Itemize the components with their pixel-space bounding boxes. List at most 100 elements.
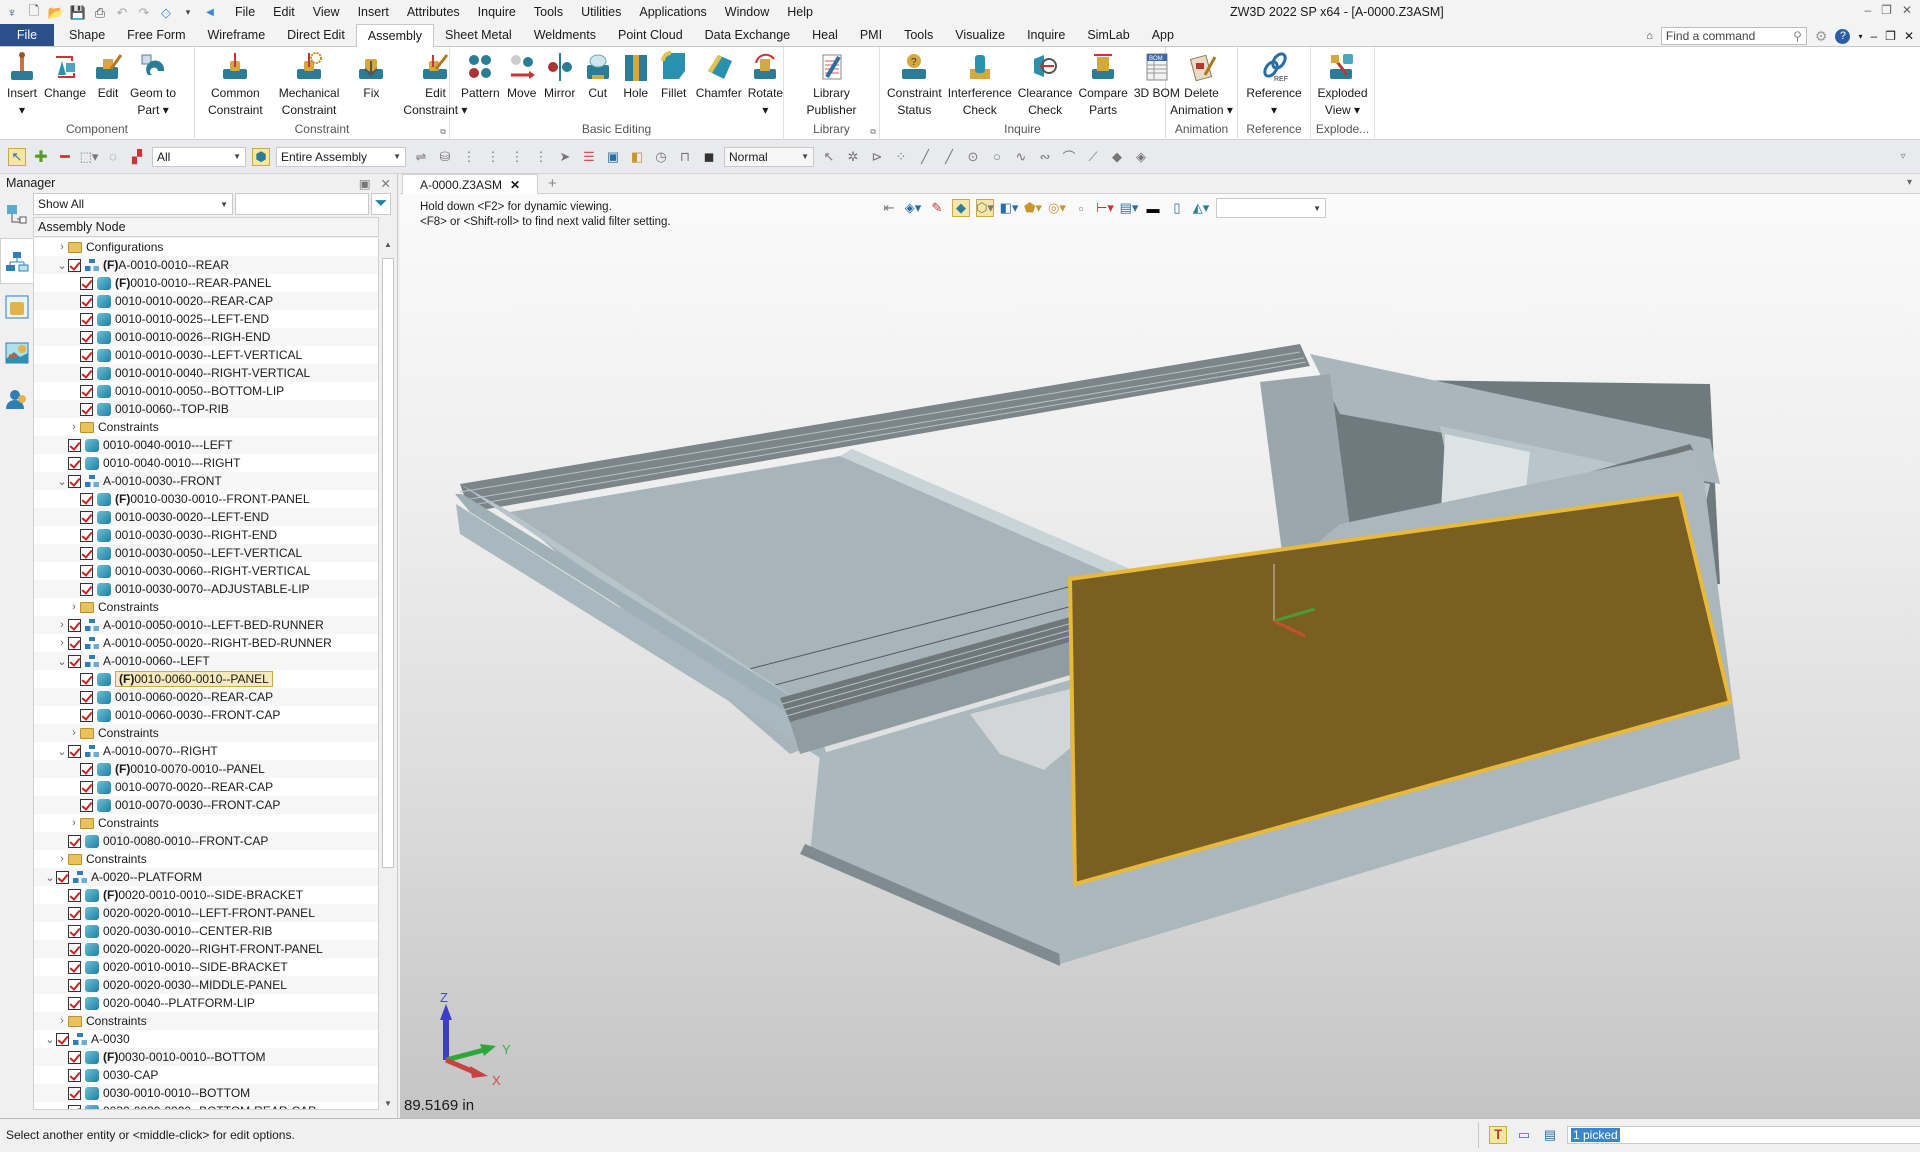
doc-restore-icon[interactable]: ❐ [1885,29,1896,43]
fix-button[interactable]: Fix [352,49,390,121]
tree-part-row[interactable]: 0010-0030-0030--RIGHT-END [34,526,378,544]
visibility-checkbox[interactable] [68,456,81,470]
tree-part-row[interactable]: (F)0010-0070-0010--PANEL [34,760,378,778]
line-icon[interactable]: ╱ [916,148,934,166]
tree-part-row[interactable]: 0010-0070-0020--REAR-CAP [34,778,378,796]
assembly-tab[interactable] [0,238,33,284]
tree-part-row[interactable]: 0030-CAP [34,1066,378,1084]
visibility-checkbox[interactable] [68,924,81,938]
collapse-chevron-icon[interactable]: ⌄ [44,871,56,884]
tree-part-row[interactable]: (F)0010-0030-0010--FRONT-PANEL [34,490,378,508]
help-dropdown-icon[interactable]: ▾ [1858,32,1862,41]
tool-icon-5[interactable]: ⋮ [508,148,526,166]
tool-icon-1[interactable]: ⇌ [412,148,430,166]
tool-icon-3[interactable]: ⋮ [460,148,478,166]
redo-icon[interactable]: ↷ [136,5,152,21]
collapse-chevron-icon[interactable]: ⌄ [56,475,68,488]
curve-icon[interactable]: ∿ [1012,148,1030,166]
view-orient-icon[interactable]: ◈▾ [904,199,922,217]
shell-icon[interactable]: ◈ [1132,148,1150,166]
tool-icon-2[interactable]: ⛁ [436,148,454,166]
tabs-overflow-icon[interactable]: ▾ [1907,177,1912,188]
style-combo[interactable]: Normal ▼ [724,146,814,167]
tree-part-row[interactable]: 0020-0030-0010--CENTER-RIB [34,922,378,940]
menu-inquire[interactable]: Inquire [469,0,525,25]
tab-point-cloud[interactable]: Point Cloud [607,24,694,46]
help-icon[interactable]: ? [1835,28,1851,44]
scroll-thumb[interactable] [382,258,394,868]
regen-icon[interactable]: ◇ [158,5,174,21]
pick-filter-combo[interactable]: All ▼ [152,146,246,167]
visibility-checkbox[interactable] [80,348,93,362]
frame-icon[interactable]: ▫ [1072,199,1090,217]
tree-part-row[interactable]: 0010-0060-0020--REAR-CAP [34,688,378,706]
constraint-status-button[interactable]: ? Constraint Status [884,49,945,121]
tab-pmi[interactable]: PMI [849,24,893,46]
dimension-icon[interactable]: ⊢▾ [1096,199,1114,217]
display-icon[interactable]: ▤▾ [1120,199,1139,217]
tab-free-form[interactable]: Free Form [116,24,196,46]
tab-tools[interactable]: Tools [893,24,944,46]
visibility-checkbox[interactable] [80,312,93,326]
wireframe-cube-icon[interactable]: ⬡▾ [976,199,994,217]
tab-heal[interactable]: Heal [801,24,849,46]
expand-chevron-icon[interactable]: › [56,637,68,649]
tree-part-row[interactable]: 0010-0040-0010---RIGHT [34,454,378,472]
close-window-icon[interactable]: ✕ [1902,3,1912,17]
reference-button[interactable]: REF Reference ▾ [1243,49,1304,121]
tree-part-row[interactable]: 0010-0030-0020--LEFT-END [34,508,378,526]
tree-assembly-row[interactable]: ⌄ A-0030 [34,1030,378,1048]
visibility-checkbox[interactable] [80,276,93,290]
tree-part-row[interactable]: 0020-0020-0020--RIGHT-FRONT-PANEL [34,940,378,958]
toolbar-overflow-icon[interactable]: ▿ [1894,148,1912,166]
stop-icon[interactable]: ◼ [700,148,718,166]
scroll-up-icon[interactable]: ▲ [384,240,392,249]
visibility-checkbox[interactable] [80,798,93,812]
library-publisher-button[interactable]: Library Publisher [803,49,859,121]
visibility-checkbox[interactable] [68,906,81,920]
tree-folder-row[interactable]: › Constraints [34,724,378,742]
menu-help[interactable]: Help [778,0,822,25]
tree-part-row[interactable]: 0010-0060-0030--FRONT-CAP [34,706,378,724]
tree-part-row[interactable]: (F)0010-0060-0010--PANEL [34,670,378,688]
visibility-checkbox[interactable] [80,546,93,560]
users-tab[interactable] [0,376,33,422]
interference-check-button[interactable]: Interference Check [945,49,1015,121]
expand-chevron-icon[interactable]: › [68,421,80,433]
3d-viewport[interactable]: Z Y X Hold down <F2> for dynamic viewing… [400,194,1920,1118]
points-icon[interactable]: ⁘ [892,148,910,166]
change-button[interactable]: Change [41,49,89,121]
doc-close-icon[interactable]: ✕ [1904,29,1914,43]
visibility-checkbox[interactable] [68,942,81,956]
tree-part-row[interactable]: 0010-0010-0025--LEFT-END [34,310,378,328]
expand-chevron-icon[interactable]: › [68,727,80,739]
common-constraint-button[interactable]: Common Constraint [205,49,266,121]
visibility-checkbox[interactable] [68,1068,81,1082]
tree-assembly-row[interactable]: ⌄ A-0020--PLATFORM [34,868,378,886]
view-combo[interactable]: ▼ [1216,198,1326,218]
visibility-checkbox[interactable] [68,834,81,848]
segment-icon[interactable]: ⟋ [1084,148,1102,166]
tree-part-row[interactable]: 0020-0020-0010--LEFT-FRONT-PANEL [34,904,378,922]
tree-folder-row[interactable]: › Constraints [34,814,378,832]
move-button[interactable]: Move [503,49,541,121]
shaded-icon[interactable]: ◆ [952,199,970,217]
visibility-checkbox[interactable] [80,690,93,704]
pattern-button[interactable]: Pattern [458,49,503,121]
tab-shape[interactable]: Shape [58,24,116,46]
restore-icon[interactable]: ❐ [1881,3,1892,17]
clearance-check-button[interactable]: Clearance Check [1015,49,1076,121]
collapse-chevron-icon[interactable]: ⌄ [44,1033,56,1046]
visibility-checkbox[interactable] [68,960,81,974]
menu-edit[interactable]: Edit [264,0,304,25]
remove-pick-icon[interactable]: ━ [56,148,74,166]
visibility-checkbox[interactable] [80,780,93,794]
visibility-checkbox[interactable] [68,996,81,1010]
library-launcher-icon[interactable]: ⧉ [870,127,876,137]
constraint-launcher-icon[interactable]: ⧉ [440,127,446,137]
tree-assembly-row[interactable]: › A-0010-0050-0020--RIGHT-BED-RUNNER [34,634,378,652]
scope-combo[interactable]: Entire Assembly ▼ [276,146,406,167]
bracket-icon[interactable]: ⊓ [676,148,694,166]
box-select-icon[interactable]: ⬚▾ [80,148,99,166]
tree-folder-row[interactable]: › Constraints [34,598,378,616]
